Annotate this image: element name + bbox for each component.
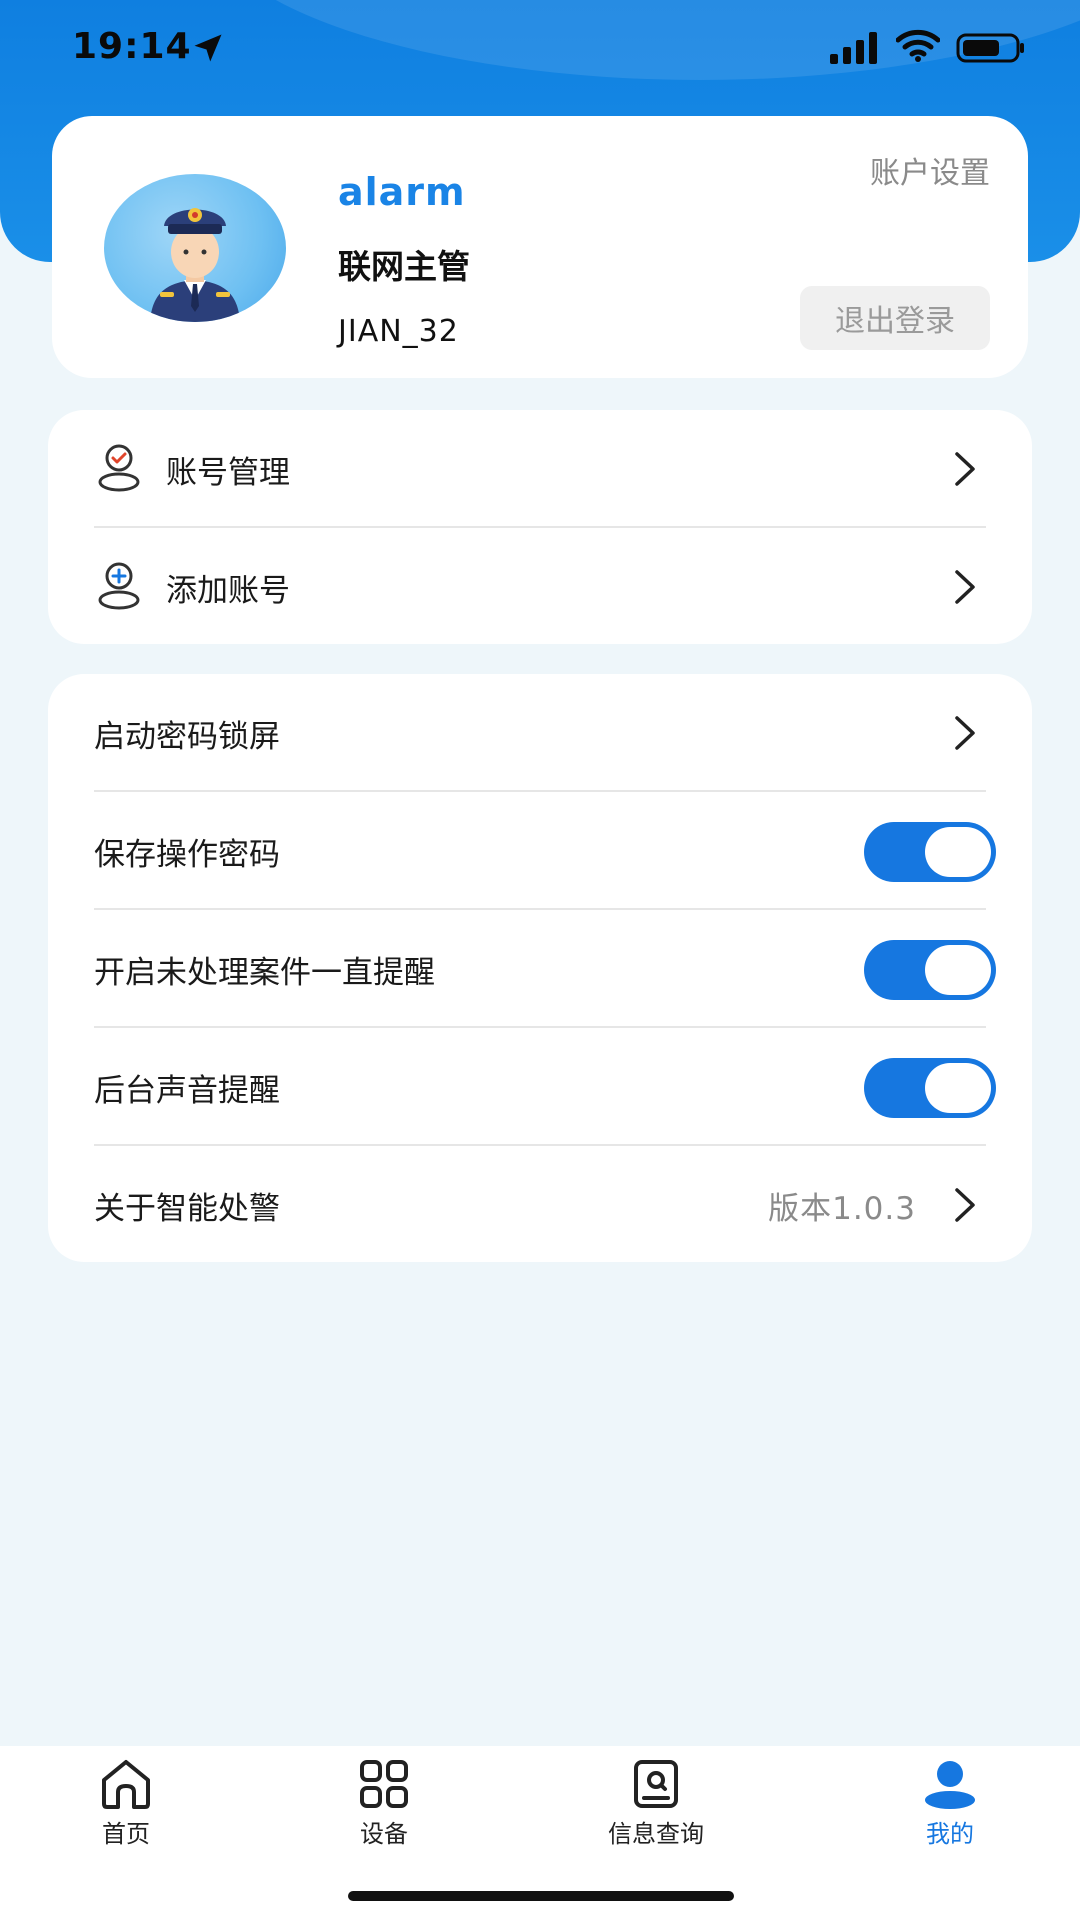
battery-icon	[956, 33, 1024, 63]
background-sound-toggle[interactable]	[864, 1058, 996, 1118]
list-item-password-lock[interactable]: 启动密码锁屏	[48, 674, 1032, 792]
cellular-signal-icon	[830, 32, 877, 64]
user-id: JIAN_32	[338, 314, 459, 349]
save-password-toggle[interactable]	[864, 822, 996, 882]
mine-screen: 19:14 alarm 联网主管 JIAN_32 账户设置 退出登录 账号管理 …	[0, 0, 1080, 1920]
police-officer-avatar-icon	[150, 208, 240, 322]
settings-card: 启动密码锁屏 保存操作密码 开启未处理案件一直提醒 后台声音提醒 关于智能处警 …	[48, 674, 1032, 1262]
list-item-background-sound: 后台声音提醒	[48, 1028, 1032, 1146]
background-sound-label: 后台声音提醒	[94, 1072, 280, 1109]
about-label: 关于智能处警	[94, 1190, 280, 1227]
user-name: alarm	[338, 170, 466, 214]
person-icon	[925, 1761, 975, 1809]
chevron-right-icon	[955, 570, 975, 604]
tab-home-label: 首页	[102, 1820, 150, 1848]
location-arrow-icon	[194, 34, 222, 62]
password-lock-label: 启动密码锁屏	[94, 718, 280, 755]
home-icon	[102, 1760, 150, 1809]
status-bar: 19:14	[0, 0, 1080, 100]
profile-card: alarm 联网主管 JIAN_32 账户设置 退出登录	[52, 116, 1028, 378]
toggle-knob	[925, 1063, 991, 1113]
list-item-add-account[interactable]: 添加账号	[48, 528, 1032, 646]
user-check-icon	[98, 444, 140, 492]
avatar	[104, 174, 286, 322]
chevron-right-icon	[955, 716, 975, 750]
user-role: 联网主管	[338, 247, 470, 286]
logout-button[interactable]: 退出登录	[800, 286, 990, 350]
chevron-right-icon	[955, 1188, 975, 1222]
chevron-right-icon	[955, 452, 975, 486]
save-password-label: 保存操作密码	[94, 836, 280, 873]
tab-mine[interactable]: 我的	[922, 1758, 978, 1849]
status-time: 19:14	[72, 26, 192, 67]
tab-device[interactable]: 设备	[356, 1758, 412, 1849]
account-management-label: 账号管理	[166, 454, 290, 491]
tab-device-label: 设备	[360, 1820, 408, 1848]
tab-info-query[interactable]: 信息查询	[608, 1758, 704, 1849]
unhandled-reminder-label: 开启未处理案件一直提醒	[94, 954, 435, 991]
list-item-save-password: 保存操作密码	[48, 792, 1032, 910]
account-settings-link[interactable]: 账户设置	[870, 148, 990, 192]
version-text: 版本1.0.3	[768, 1190, 916, 1227]
accounts-card: 账号管理 添加账号	[48, 410, 1032, 644]
unhandled-reminder-toggle[interactable]	[864, 940, 996, 1000]
wifi-icon	[896, 29, 940, 62]
user-add-icon	[98, 562, 140, 610]
list-item-about[interactable]: 关于智能处警 版本1.0.3	[48, 1146, 1032, 1264]
search-card-icon	[634, 1760, 678, 1808]
list-item-unhandled-reminder: 开启未处理案件一直提醒	[48, 910, 1032, 1028]
grid-icon	[360, 1760, 408, 1808]
tab-home[interactable]: 首页	[98, 1758, 154, 1849]
tab-info-label: 信息查询	[608, 1820, 704, 1848]
tab-mine-label: 我的	[926, 1820, 974, 1848]
toggle-knob	[925, 945, 991, 995]
add-account-label: 添加账号	[166, 572, 290, 609]
toggle-knob	[925, 827, 991, 877]
list-item-account-management[interactable]: 账号管理	[48, 410, 1032, 528]
home-indicator	[348, 1891, 734, 1901]
